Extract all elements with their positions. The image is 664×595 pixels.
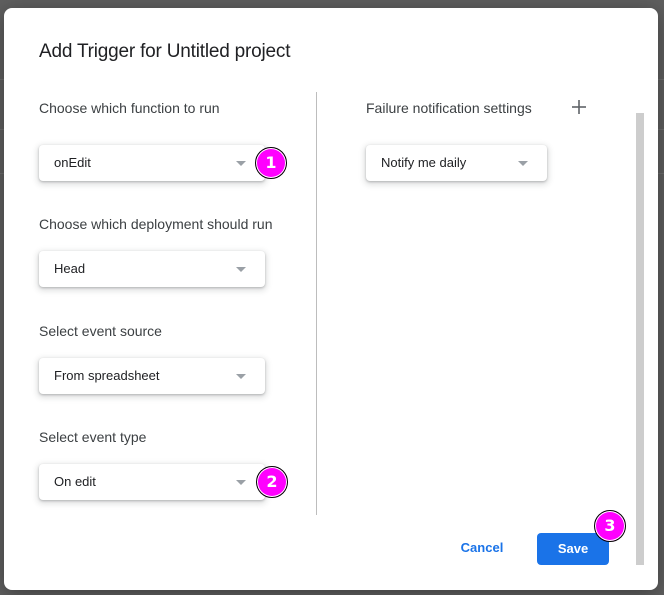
deployment-label: Choose which deployment should run: [39, 216, 273, 232]
event-source-select-value: From spreadsheet: [54, 368, 160, 383]
dialog-title: Add Trigger for Untitled project: [39, 41, 291, 62]
save-button[interactable]: Save: [537, 533, 609, 565]
annotation-badge-3: 3: [594, 510, 626, 542]
column-divider: [316, 92, 317, 515]
failure-notification-select-value: Notify me daily: [381, 155, 467, 170]
deployment-select-value: Head: [54, 261, 86, 276]
dropdown-arrow-icon: [236, 161, 246, 166]
failure-notification-label: Failure notification settings: [366, 100, 532, 116]
deployment-select[interactable]: Head: [39, 251, 265, 287]
dropdown-arrow-icon: [236, 480, 246, 485]
dropdown-arrow-icon: [236, 374, 246, 379]
cancel-button[interactable]: Cancel: [450, 532, 514, 564]
dropdown-arrow-icon: [518, 161, 528, 166]
event-type-select-value: On edit: [54, 474, 96, 489]
dropdown-arrow-icon: [236, 267, 246, 272]
function-label: Choose which function to run: [39, 100, 220, 116]
add-notification-plus-icon[interactable]: [570, 98, 588, 116]
add-trigger-dialog: Add Trigger for Untitled project Choose …: [4, 8, 658, 590]
annotation-badge-1: 1: [255, 147, 287, 179]
annotation-badge-2: 2: [256, 466, 288, 498]
event-type-select[interactable]: On edit: [39, 464, 265, 500]
event-source-select[interactable]: From spreadsheet: [39, 358, 265, 394]
scrollbar[interactable]: [636, 113, 644, 565]
function-select[interactable]: onEdit: [39, 145, 265, 181]
function-select-value: onEdit: [54, 155, 91, 170]
event-source-label: Select event source: [39, 323, 162, 339]
failure-notification-select[interactable]: Notify me daily: [366, 145, 547, 181]
event-type-label: Select event type: [39, 429, 147, 445]
